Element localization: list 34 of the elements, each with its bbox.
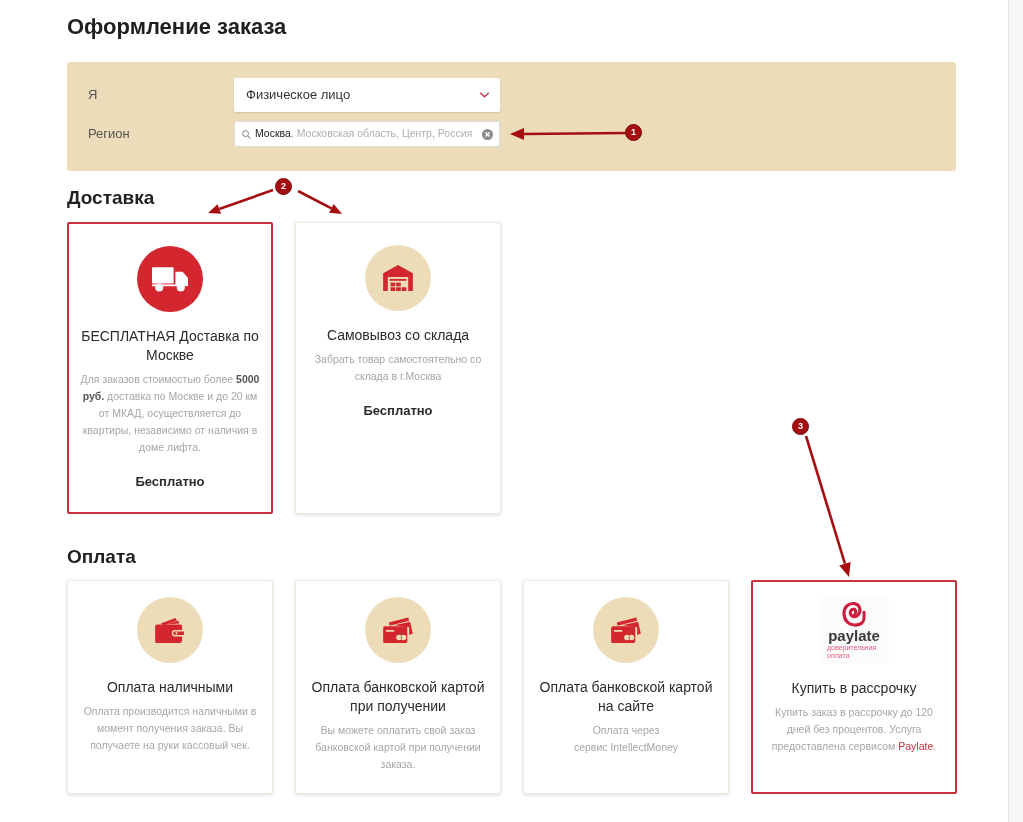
delivery-option-card[interactable]: Самовывоз со склада Забрать товар самостоятельно со склада в г.Москва Бесплатно bbox=[295, 222, 501, 514]
clear-icon[interactable] bbox=[482, 128, 493, 140]
region-search-field[interactable]: Москва, Московская область, Центр, Россия bbox=[234, 121, 500, 147]
customer-type-select[interactable]: Физическое лицо bbox=[234, 78, 500, 112]
section-heading: Доставка bbox=[67, 187, 155, 209]
option-description: Вы можете оплатить свой заказ банковской картой при получении заказа. bbox=[314, 722, 482, 772]
annotation-arrow bbox=[295, 187, 345, 217]
delivery-option-card[interactable]: БЕСПЛАТНАЯ Доставка по Москве Для заказов стоимостью более 5000 руб. доставка по Москве и до 20 км от МКАД, осуществляется до квартиры, независимо от наличия в доме лифта. Бесплатно bbox=[67, 222, 273, 514]
field-label: Я bbox=[88, 86, 99, 105]
payment-option-card[interactable]: Оплата наличными Оплата производится наличными в момент получения заказа. Вы получаете на руки кассовый чек. bbox=[67, 579, 273, 794]
spiral-logo-icon bbox=[841, 599, 867, 628]
logo-wordmark: paylate bbox=[828, 627, 880, 644]
payment-option-card[interactable]: Оплата банковской картой при получении Вы можете оплатить свой заказ банковской картой при получении заказа. bbox=[295, 579, 501, 794]
option-title: Оплата наличными bbox=[106, 677, 234, 697]
page-title: Оформление заказа bbox=[67, 13, 287, 41]
field-label: Регион bbox=[88, 125, 131, 144]
option-description: Купить заказ в рассрочку до 120 дней без процентов. Услуга предоставлена сервисом Paylate. bbox=[770, 704, 938, 754]
chevron-down-icon bbox=[479, 92, 490, 98]
option-price: Бесплатно bbox=[363, 402, 433, 420]
option-description: Забрать товар самостоятельно со склада в г.Москва bbox=[313, 352, 483, 384]
option-description: Оплата производится наличными в момент получения заказа. Вы получаете на руки кассовый чек. bbox=[82, 703, 258, 753]
option-description: Оплата через сервис IntellectMoney bbox=[573, 722, 679, 755]
option-title: Оплата банковской картой на сайте bbox=[538, 677, 714, 716]
search-icon bbox=[242, 129, 251, 139]
option-title: Оплата банковской картой при получении bbox=[310, 677, 486, 716]
section-heading: Оплата bbox=[67, 545, 136, 568]
annotation-marker: 3 bbox=[792, 418, 809, 435]
option-title: Купить в рассрочку bbox=[791, 678, 917, 698]
option-description: Для заказов стоимостью более 5000 руб. доставка по Москве и до 20 км от МКАД, осуществляется до квартиры, независимо от наличия в доме лифта. bbox=[79, 372, 261, 455]
annotation-marker: 2 bbox=[275, 178, 292, 195]
payment-option-card[interactable]: Оплата банковской картой на сайте Оплата через сервис IntellectMoney bbox=[523, 579, 729, 794]
option-title: Самовывоз со склада bbox=[326, 326, 470, 345]
option-price: Бесплатно bbox=[135, 473, 205, 491]
option-title: БЕСПЛАТНАЯ Доставка по Москве bbox=[80, 327, 260, 365]
